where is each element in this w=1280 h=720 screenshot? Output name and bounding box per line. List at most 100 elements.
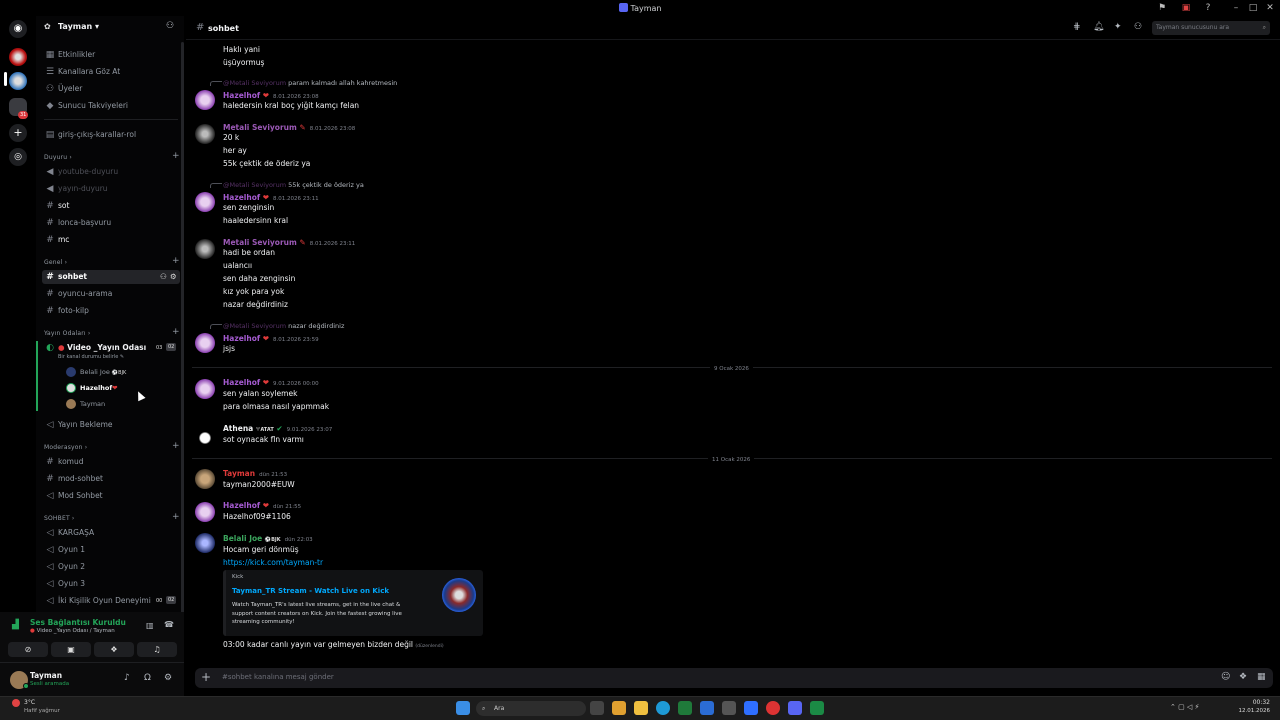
- voice-channel-oyun-3[interactable]: ◁ Oyun 3: [42, 577, 180, 591]
- message-author[interactable]: Belali Joe ⚽BJK dün 22:03: [223, 534, 313, 543]
- system-tray-icons[interactable]: ⌃ ▢ ◁ ⚡: [1170, 703, 1199, 711]
- message-link[interactable]: https://kick.com/tayman-tr: [223, 558, 323, 567]
- message-author[interactable]: Hazelhof ❤ dün 21:55: [223, 501, 301, 510]
- add-server-icon[interactable]: +: [9, 124, 27, 142]
- edge-icon[interactable]: [656, 701, 670, 715]
- add-attachment-icon[interactable]: +: [201, 670, 211, 684]
- soundboard-button[interactable]: ♫: [137, 642, 177, 657]
- emoji-icon[interactable]: ☺: [1221, 672, 1230, 682]
- voice-channel-path[interactable]: ● Video _Yayın Odası / Tayman: [30, 628, 115, 634]
- chrome-icon[interactable]: [766, 701, 780, 715]
- avatar[interactable]: [195, 124, 215, 144]
- noise-suppression-icon[interactable]: ▥: [146, 621, 154, 630]
- category-sohbet[interactable]: SOHBET ›: [44, 515, 75, 522]
- disconnect-icon[interactable]: ☎: [164, 620, 174, 629]
- invite-icon[interactable]: ⚇: [160, 270, 167, 284]
- avatar[interactable]: [195, 192, 215, 212]
- taskbar-search[interactable]: ⌕ Ara: [476, 701, 586, 716]
- channel-youtube-duyuru[interactable]: ◀ youtube-duyuru: [42, 165, 180, 179]
- channel-sohbet[interactable]: # sohbet ⚇ ⚙: [42, 270, 180, 284]
- help-icon[interactable]: ?: [1202, 2, 1214, 14]
- server-icon-1[interactable]: [9, 48, 27, 66]
- message-author[interactable]: Hazelhof ❤ 8.01.2026 23:59: [223, 334, 319, 343]
- channel-oyuncu-arama[interactable]: # oyuncu-arama: [42, 287, 180, 301]
- add-channel-icon[interactable]: +: [172, 512, 180, 522]
- channel-foto-kilp[interactable]: # foto-kilp: [42, 304, 180, 318]
- gear-icon[interactable]: ⚙: [170, 270, 177, 284]
- minimize-button[interactable]: –: [1230, 2, 1242, 14]
- channel-mod-sohbet[interactable]: # mod-sohbet: [42, 472, 180, 486]
- sidebar-item-boosts[interactable]: ◆ Sunucu Takviyeleri: [42, 99, 180, 113]
- avatar[interactable]: [195, 333, 215, 353]
- maximize-button[interactable]: □: [1247, 2, 1259, 14]
- headphones-icon[interactable]: Ω: [144, 673, 151, 683]
- avatar[interactable]: [195, 533, 215, 553]
- embed-thumbnail[interactable]: [442, 578, 476, 612]
- sidebar-scrollbar[interactable]: [181, 42, 184, 642]
- search-input[interactable]: Tayman sunucusunu ara ⌕: [1152, 21, 1270, 35]
- voice-channel-mod-sohbet[interactable]: ◁ Mod Sohbet: [42, 489, 180, 503]
- voice-channel-kargasa[interactable]: ◁ KARGAŞA: [42, 526, 180, 540]
- voice-channel-yayin-bekleme[interactable]: ◁ Yayın Bekleme: [42, 418, 180, 432]
- server-icon-tayman[interactable]: [9, 72, 27, 90]
- add-member-icon[interactable]: ⚇: [166, 21, 174, 31]
- add-channel-icon[interactable]: +: [172, 151, 180, 161]
- folder-icon[interactable]: [634, 701, 648, 715]
- pin-icon[interactable]: ✦: [1114, 22, 1122, 32]
- avatar[interactable]: [195, 379, 215, 399]
- voice-channel-oyun-1[interactable]: ◁ Oyun 1: [42, 543, 180, 557]
- avatar[interactable]: [195, 426, 215, 446]
- weather-temp[interactable]: 3°C: [24, 699, 35, 706]
- add-channel-icon[interactable]: +: [172, 256, 180, 266]
- weather-label[interactable]: Hafif yağmur: [24, 708, 60, 714]
- camera-off-button[interactable]: ⊘: [8, 642, 48, 657]
- discover-icon[interactable]: ◎: [9, 148, 27, 166]
- message-author[interactable]: Metali Seviyorum ✎ 8.01.2026 23:08: [223, 123, 355, 132]
- category-genel[interactable]: Genel ›: [44, 259, 67, 266]
- reply-preview[interactable]: @Metali Seviyorum nazar değdirdiniz: [223, 322, 344, 330]
- screen-share-button[interactable]: ▣: [51, 642, 91, 657]
- avatar[interactable]: [195, 90, 215, 110]
- sidebar-item-browse[interactable]: ☰ Kanallara Göz At: [42, 65, 180, 79]
- embed-title[interactable]: Tayman_TR Stream - Watch Live on Kick: [232, 587, 389, 595]
- task-view-icon[interactable]: [590, 701, 604, 715]
- settings-icon[interactable]: [722, 701, 736, 715]
- message-author[interactable]: Tayman dün 21:53: [223, 469, 287, 478]
- message-author[interactable]: Hazelhof ❤ 8.01.2026 23:08: [223, 91, 319, 100]
- user-settings-gear-icon[interactable]: ⚙: [164, 673, 172, 683]
- app-icon-green[interactable]: [678, 701, 692, 715]
- message-belali-cont[interactable]: 03:00 kadar canlı yayın var gelmeyen biz…: [186, 640, 1276, 652]
- clock-time[interactable]: 00:32: [1238, 699, 1270, 706]
- message-hazelhof-4[interactable]: Hazelhof ❤ 9.01.2026 00:00 sen yalan soyl…: [186, 377, 1276, 413]
- sidebar-item-members[interactable]: ⚇ Üyeler: [42, 82, 180, 96]
- channel-mc[interactable]: # mc: [42, 233, 180, 247]
- avatar[interactable]: [195, 239, 215, 259]
- start-icon[interactable]: [456, 701, 470, 715]
- category-yayin[interactable]: Yayın Odaları ›: [44, 330, 90, 337]
- category-moderasyon[interactable]: Moderasyon ›: [44, 444, 87, 451]
- avatar[interactable]: [195, 469, 215, 489]
- channel-sot[interactable]: # sot: [42, 199, 180, 213]
- voice-channel-iki-kisilik[interactable]: ◁ İki Kişilik Oyun Deneyimi 00 02: [42, 594, 180, 608]
- channel-giris-cikis[interactable]: ▤ giriş-çıkış-karallar-rol: [42, 128, 180, 142]
- voice-status-prompt[interactable]: Bir kanal durumu belirle ✎: [58, 354, 124, 360]
- sticker-icon[interactable]: ❖: [1239, 672, 1247, 682]
- server-name-dropdown[interactable]: Tayman ▾: [58, 22, 99, 31]
- excel-icon[interactable]: [810, 701, 824, 715]
- channel-lonca-basvuru[interactable]: # lonca-başvuru: [42, 216, 180, 230]
- close-button[interactable]: ✕: [1264, 2, 1276, 14]
- reply-preview[interactable]: @Metali Seviyorum 55k çektik de öderiz y…: [223, 181, 364, 189]
- add-channel-icon[interactable]: +: [172, 327, 180, 337]
- voice-user-tayman[interactable]: Tayman: [66, 397, 105, 411]
- message-author[interactable]: Hazelhof ❤ 8.01.2026 23:11: [223, 193, 319, 202]
- app-icon-blue[interactable]: [700, 701, 714, 715]
- microphone-icon[interactable]: ♪: [124, 673, 130, 683]
- threads-icon[interactable]: ⋕: [1073, 22, 1081, 32]
- screen-icon[interactable]: ▣: [1180, 2, 1192, 14]
- voice-user-belali[interactable]: Belali Joe ⚽BJK: [66, 365, 126, 379]
- discord-home-icon[interactable]: ◉: [9, 20, 27, 38]
- file-explorer-icon[interactable]: [612, 701, 626, 715]
- inbox-icon[interactable]: ⚑: [1156, 2, 1168, 14]
- message-hazelhof-1[interactable]: @Metali Seviyorum param kalmadı allah ka…: [186, 78, 1276, 112]
- app-icon-calendar[interactable]: [744, 701, 758, 715]
